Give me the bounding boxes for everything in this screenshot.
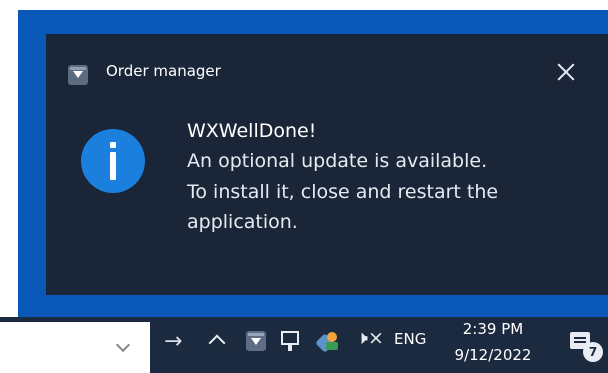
clock-time[interactable]: 2:39 PM <box>452 320 534 338</box>
tray-order-manager-icon[interactable] <box>246 331 266 351</box>
toast-message-line-3: application. <box>187 211 298 233</box>
toast-message-line-1: An optional update is available. <box>187 150 488 172</box>
toast-notification[interactable]: Order manager WXWellDone! An optional up… <box>46 34 608 295</box>
info-icon <box>81 129 145 193</box>
people-icon[interactable] <box>315 330 340 353</box>
toast-message-line-2: To install it, close and restart the <box>187 181 499 203</box>
language-indicator[interactable]: ENG <box>394 330 426 348</box>
chevron-down-icon[interactable] <box>115 337 131 353</box>
volume-muted-icon[interactable]: 🕨× <box>356 327 384 349</box>
toast-app-name: Order manager <box>106 62 221 80</box>
taskbar: → 🕨× ENG 2:39 PM 9/12/2022 7 <box>0 317 608 373</box>
notification-count-badge: 7 <box>583 342 603 362</box>
address-input[interactable] <box>0 322 150 373</box>
clock-date[interactable]: 9/12/2022 <box>446 346 540 364</box>
close-icon[interactable] <box>554 60 578 84</box>
package-icon <box>68 65 88 85</box>
go-arrow-button[interactable]: → <box>164 329 182 354</box>
toast-title: WXWellDone! <box>187 120 317 142</box>
network-icon[interactable] <box>281 331 299 351</box>
show-hidden-icons-button[interactable] <box>208 334 226 352</box>
